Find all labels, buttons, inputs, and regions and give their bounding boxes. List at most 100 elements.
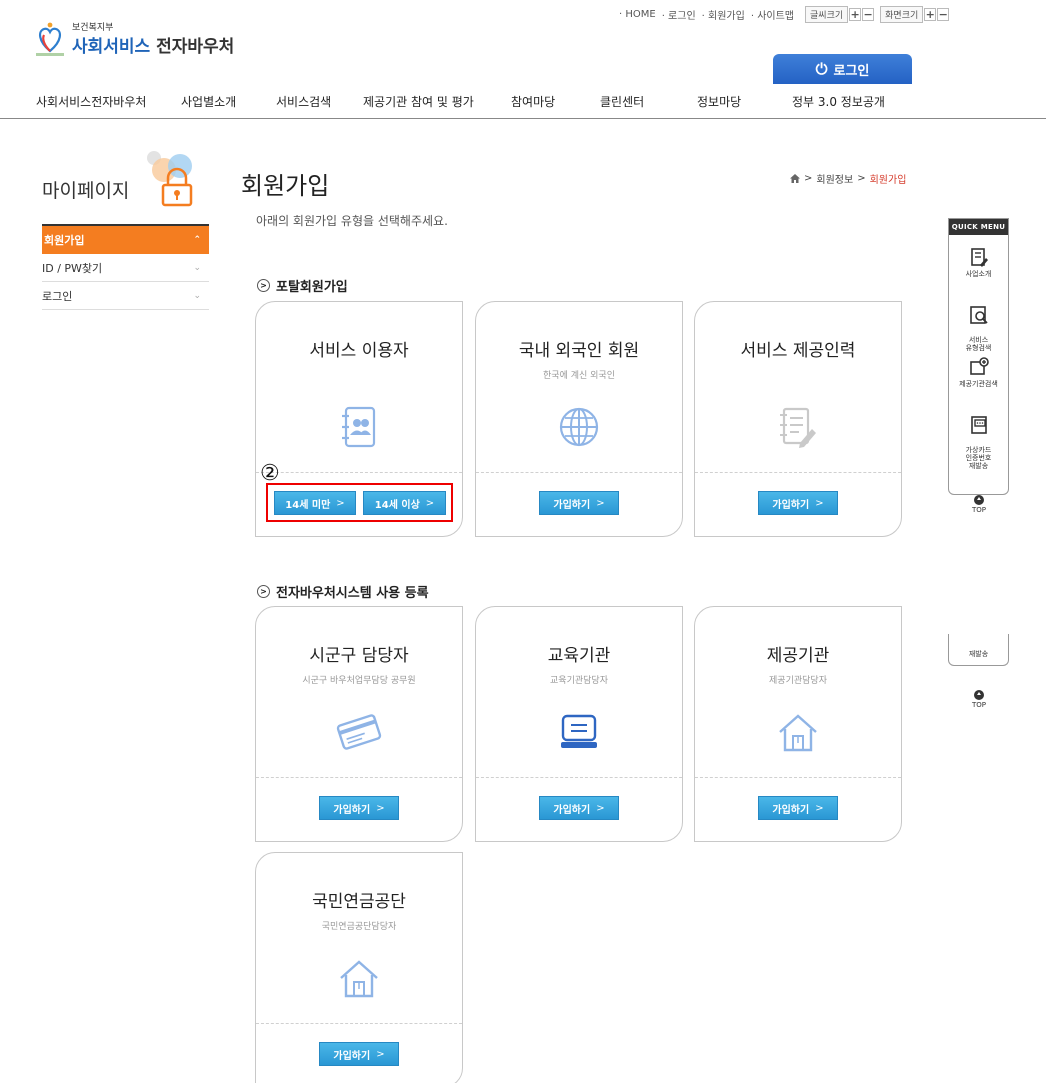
- brand-blue-text: 사회서비스: [72, 37, 151, 57]
- quick-item-virtual-card[interactable]: 가상카드 인증번호 재발송: [949, 407, 1008, 470]
- sidebar-item-label: 로그인: [42, 289, 73, 303]
- chevron-right-circle-icon: >: [257, 585, 270, 598]
- breadcrumb: > 회원정보 > 회원가입: [790, 171, 906, 186]
- sidebar-item-join[interactable]: 회원가입 ⌃: [42, 226, 209, 254]
- card-subtitle: 교육기관담당자: [550, 676, 608, 686]
- login-label: 로그인: [833, 63, 870, 79]
- mypage-header: 마이페이지: [42, 150, 210, 210]
- breadcrumb-sep: >: [804, 173, 813, 184]
- arrow-up-icon: [974, 690, 984, 700]
- nav-item-gov30[interactable]: 정부 3.0 정보공개: [792, 93, 885, 110]
- sidebar-item-find-id[interactable]: ID / PW찾기 ⌄: [42, 254, 209, 282]
- join-button[interactable]: 가입하기 >: [319, 1042, 399, 1066]
- scroll-top-button[interactable]: TOP: [962, 495, 996, 514]
- section-portal-join: > 포탈회원가입: [257, 276, 348, 295]
- button-label: 가입하기: [772, 499, 810, 511]
- section-title: 포탈회원가입: [276, 280, 348, 295]
- breadcrumb-parent[interactable]: 회원정보: [816, 171, 853, 186]
- sidebar-item-label: ID / PW찾기: [42, 261, 103, 275]
- card-title: 제공기관: [766, 646, 830, 666]
- card-subtitle: 시군구 바우처업무담당 공무원: [302, 676, 416, 686]
- card-subtitle: 국민연금공단담당자: [321, 922, 397, 932]
- join-button[interactable]: 가입하기 >: [758, 491, 838, 515]
- card-title: 서비스 이용자: [309, 341, 409, 361]
- join-button[interactable]: 가입하기 >: [758, 796, 838, 820]
- card-divider: [695, 472, 901, 473]
- card-foreigner: 국내 외국인 회원 한국에 계신 외국인 가입하기 >: [475, 301, 683, 537]
- button-label: 가입하기: [333, 1050, 371, 1062]
- quick-item-label: 가상카드 인증번호 재발송: [965, 446, 992, 471]
- annotation-highlight-box: [266, 483, 453, 522]
- screen-size-label: 화면크기: [880, 6, 924, 23]
- quick-item-provider-search[interactable]: 제공기관검색: [949, 357, 1008, 388]
- join-button[interactable]: 가입하기 >: [539, 491, 619, 515]
- font-size-label: 글씨크기: [805, 6, 849, 23]
- button-label: 가입하기: [772, 804, 810, 816]
- home-link[interactable]: · HOME: [619, 9, 656, 20]
- main-nav: 사회서비스전자바우처 사업별소개 서비스검색 제공기관 참여 및 평가 참여마당…: [0, 84, 1046, 119]
- quick-menu-ghost: 재발송: [948, 634, 1009, 666]
- chevron-right-icon: >: [596, 497, 605, 509]
- card-divider: [256, 1023, 462, 1024]
- breadcrumb-sep: >: [857, 173, 866, 184]
- nav-item-info[interactable]: 정보마당: [697, 93, 741, 110]
- chevron-up-icon: ⌃: [193, 235, 201, 245]
- chevron-right-circle-icon: >: [257, 279, 270, 292]
- screen-size-plus-button[interactable]: +: [924, 8, 937, 21]
- quick-item-business-intro[interactable]: 사업소개: [949, 247, 1008, 278]
- brand-rest-text: 전자바우처: [150, 37, 235, 57]
- font-size-plus-button[interactable]: +: [849, 8, 862, 21]
- button-label: 가입하기: [333, 804, 371, 816]
- card-divider: [476, 472, 682, 473]
- arrow-up-icon: [974, 495, 984, 505]
- join-button[interactable]: 가입하기 >: [319, 796, 399, 820]
- card-divider: [476, 777, 682, 778]
- nav-item-service-search[interactable]: 서비스검색: [276, 93, 331, 110]
- nav-item-voucher[interactable]: 사회서비스전자바우처: [36, 93, 146, 110]
- card-title: 국민연금공단: [312, 892, 406, 912]
- quick-item-service-search[interactable]: 서비스 유형검색: [949, 297, 1008, 352]
- card-title: 국내 외국인 회원: [518, 341, 640, 361]
- card-provider-institution: 제공기관 제공기관담당자 가입하기 >: [694, 606, 902, 842]
- scroll-top-button-ghost[interactable]: TOP: [962, 690, 996, 709]
- card-subtitle: 제공기관담당자: [769, 676, 827, 686]
- home-icon[interactable]: [790, 174, 800, 183]
- section-title: 전자바우처시스템 사용 등록: [276, 586, 429, 601]
- mypage-bubbles-icon: [147, 151, 193, 207]
- quick-item-label: 사업소개: [965, 270, 992, 278]
- join-link[interactable]: · 회원가입: [702, 7, 745, 22]
- quick-menu-header: QUICK MENU: [949, 219, 1008, 235]
- card-icon: [330, 707, 388, 757]
- sidebar-item-label: 회원가입: [44, 234, 85, 247]
- card-divider: [256, 777, 462, 778]
- screen-size-control: 화면크기 + −: [880, 6, 950, 23]
- section-voucher-system-registration: > 전자바우처시스템 사용 등록: [257, 582, 429, 601]
- mypage-title: 마이페이지: [42, 180, 130, 202]
- nav-item-provider[interactable]: 제공기관 참여 및 평가: [363, 93, 474, 110]
- screen-size-minus-button[interactable]: −: [937, 8, 950, 21]
- search-document-icon: [969, 306, 988, 324]
- chevron-right-icon: >: [815, 497, 824, 509]
- join-button[interactable]: 가입하기 >: [539, 796, 619, 820]
- quick-item-label: 제공기관검색: [959, 380, 998, 388]
- brand-name: 사회서비스 전자바우처: [72, 32, 234, 57]
- site-logo[interactable]: 보건복지부 사회서비스 전자바우처: [34, 20, 234, 57]
- card-subtitle: 한국에 계신 외국인: [543, 371, 615, 381]
- top-label: TOP: [971, 506, 986, 514]
- nav-item-clean-center[interactable]: 클린센터: [600, 93, 644, 110]
- nav-item-participation[interactable]: 참여마당: [511, 93, 555, 110]
- nav-item-business[interactable]: 사업별소개: [181, 93, 236, 110]
- sidebar-item-login[interactable]: 로그인 ⌄: [42, 282, 209, 310]
- chevron-right-icon: >: [815, 802, 824, 814]
- breadcrumb-current: 회원가입: [869, 175, 907, 186]
- page-title: 회원가입: [241, 172, 330, 200]
- ghost-label: 재발송: [968, 650, 989, 658]
- login-link[interactable]: · 로그인: [662, 7, 696, 22]
- sitemap-link[interactable]: · 사이트맵: [751, 7, 794, 22]
- card-education-institution: 교육기관 교육기관담당자 가입하기 >: [475, 606, 683, 842]
- font-size-control: 글씨크기 + −: [805, 6, 875, 23]
- top-label: TOP: [971, 701, 986, 709]
- font-size-minus-button[interactable]: −: [862, 8, 875, 21]
- quick-menu: QUICK MENU 사업소개 서비스 유형검색 제공기관검색 가상카드 인증번…: [948, 218, 1009, 495]
- login-button[interactable]: ⏻ 로그인: [773, 54, 912, 84]
